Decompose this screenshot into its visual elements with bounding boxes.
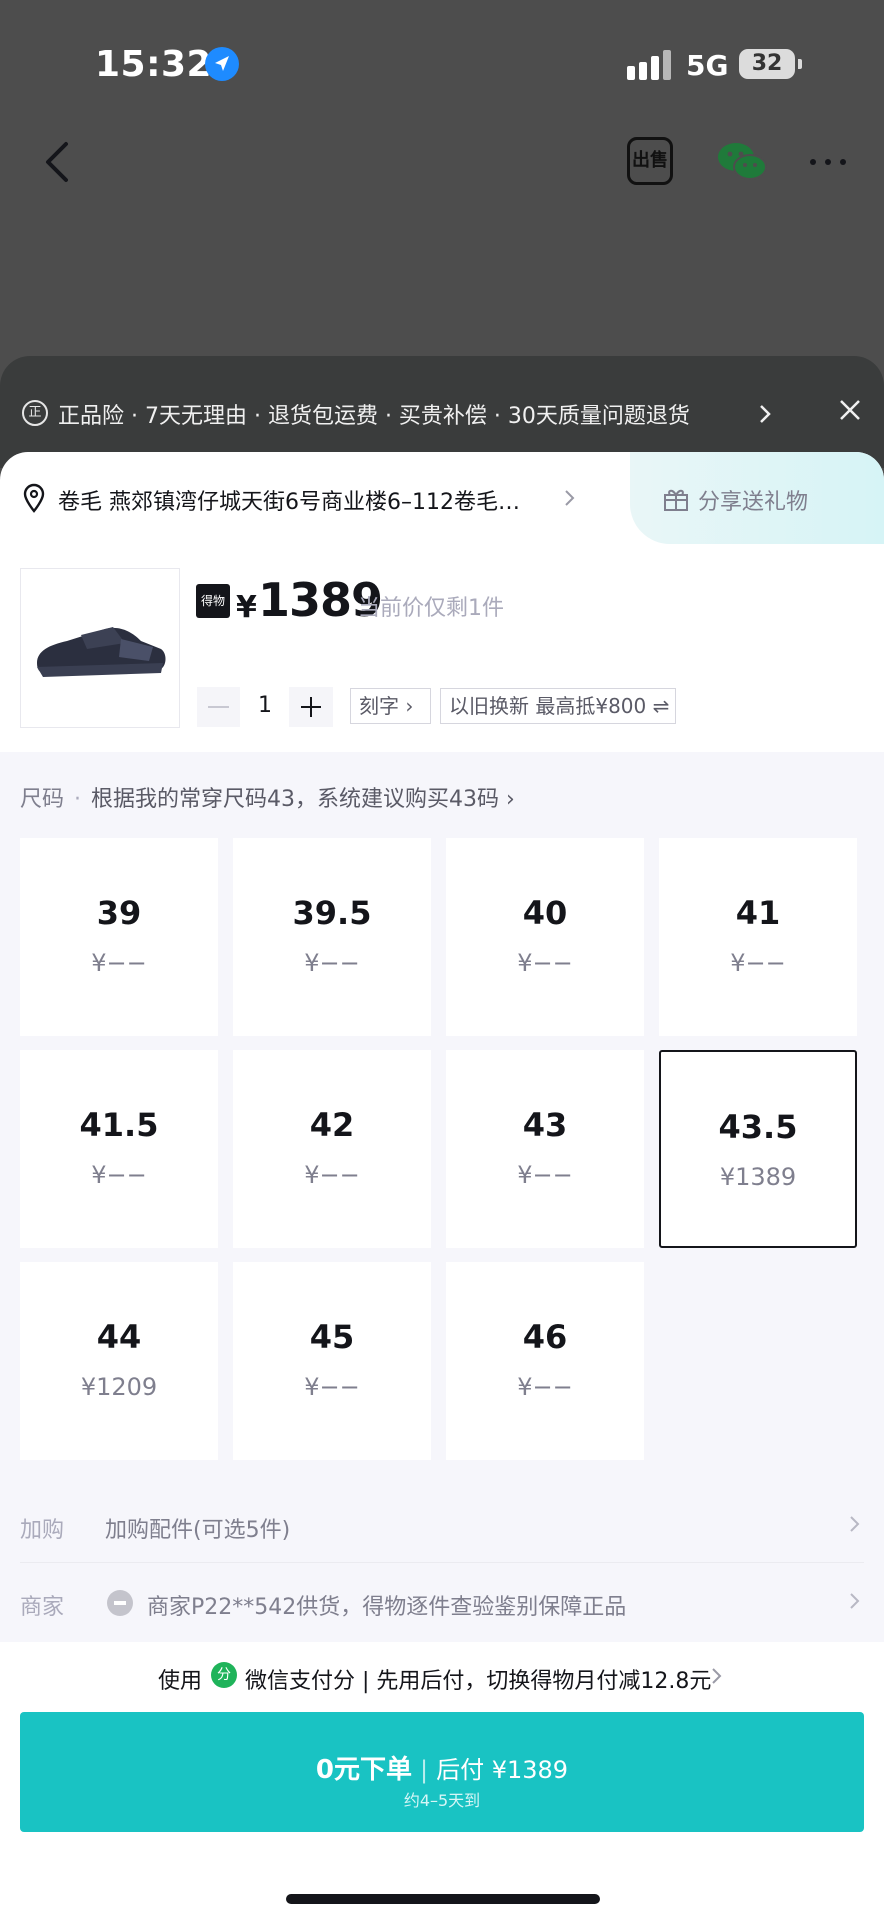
size-option-46[interactable]: 46 ¥−− — [446, 1262, 644, 1460]
size-price: ¥−− — [517, 949, 573, 977]
size-hint: 根据我的常穿尺码43，系统建议购买43码 › — [91, 787, 515, 812]
guarantee-text: 正品险 · 7天无理由 · 退货包运费 · 买贵补偿 · 30天质量问题退货 — [58, 404, 690, 429]
size-value: 40 — [522, 894, 568, 932]
payment-option-text[interactable]: 微信支付分 | 先用后付，切换得物月付减12.8元 — [245, 1663, 711, 1695]
addon-label: 加购 — [20, 1518, 65, 1543]
authentic-icon: 正 — [22, 400, 48, 426]
size-option-45[interactable]: 45 ¥−− — [233, 1262, 431, 1460]
battery-tip — [798, 59, 802, 69]
chevron-right-icon — [849, 1514, 861, 1534]
wechat-share-icon[interactable] — [716, 140, 768, 184]
size-option-43.5[interactable]: 43.5 ¥1389 — [659, 1050, 857, 1248]
size-price: ¥1389 — [719, 1163, 797, 1191]
order-button-label: 0元下单 | 后付 ¥1389 — [0, 1749, 884, 1786]
location-pin-icon — [22, 483, 46, 513]
gift-icon — [662, 485, 690, 513]
order-separator: | — [420, 1756, 429, 1784]
size-price: ¥−− — [730, 949, 786, 977]
order-main-label: 0元下单 — [315, 1755, 412, 1785]
size-price: ¥−− — [517, 1161, 573, 1189]
back-icon[interactable] — [36, 138, 80, 186]
payment-prefix: 使用 — [158, 1669, 203, 1694]
size-value: 43.5 — [718, 1108, 798, 1146]
size-value: 42 — [309, 1106, 355, 1144]
product-thumbnail[interactable] — [20, 568, 180, 728]
status-time: 15:32 — [95, 44, 213, 85]
chevron-right-icon — [564, 488, 576, 508]
size-value: 46 — [522, 1318, 568, 1356]
delivery-address[interactable]: 卷毛 燕郊镇湾仔城天街6号商业楼6–112卷毛… — [58, 484, 520, 516]
currency-symbol: ¥ — [236, 590, 257, 625]
size-value: 39 — [96, 894, 142, 932]
size-price: ¥−− — [304, 949, 360, 977]
more-icon[interactable] — [808, 152, 848, 172]
engrave-button[interactable]: 刻字 › — [350, 688, 431, 724]
network-type: 5G — [686, 49, 729, 82]
size-price: ¥−− — [91, 1161, 147, 1189]
size-option-40[interactable]: 40 ¥−− — [446, 838, 644, 1036]
addon-row[interactable]: 加购配件(可选5件) — [105, 1512, 290, 1544]
size-value: 41 — [735, 894, 781, 932]
size-value: 43 — [522, 1106, 568, 1144]
size-recommendation[interactable]: 尺码 · 根据我的常穿尺码43，系统建议购买43码 › — [20, 781, 515, 813]
size-price: ¥−− — [304, 1161, 360, 1189]
stock-note: 当前价仅剩1件 — [358, 596, 504, 621]
size-option-41[interactable]: 41 ¥−− — [659, 838, 857, 1036]
cellular-signal-icon — [627, 50, 673, 80]
merchant-icon — [107, 1590, 133, 1616]
size-price: ¥−− — [517, 1373, 573, 1401]
location-arrow-icon — [205, 47, 239, 81]
size-value: 44 — [96, 1318, 142, 1356]
wechat-pay-score-icon: 分 — [211, 1662, 237, 1688]
size-value: 45 — [309, 1318, 355, 1356]
size-option-42[interactable]: 42 ¥−− — [233, 1050, 431, 1248]
merchant-row[interactable]: 商家P22**542供货，得物逐件查验鉴别保障正品 — [147, 1589, 626, 1621]
close-icon[interactable] — [836, 396, 864, 424]
trade-in-button[interactable]: 以旧换新 最高抵¥800 ⇌ — [440, 688, 676, 724]
size-option-39.5[interactable]: 39.5 ¥−− — [233, 838, 431, 1036]
sell-button[interactable]: 出售 — [627, 137, 673, 185]
size-option-41.5[interactable]: 41.5 ¥−− — [20, 1050, 218, 1248]
size-price: ¥−− — [304, 1373, 360, 1401]
quantity-decrease-button[interactable] — [197, 687, 240, 727]
share-gift-label: 分享送礼物 — [698, 490, 809, 515]
size-value: 41.5 — [79, 1106, 159, 1144]
battery-icon: 32 — [739, 49, 795, 79]
home-indicator[interactable] — [286, 1894, 600, 1904]
chevron-right-icon — [849, 1591, 861, 1611]
merchant-label: 商家 — [20, 1595, 65, 1620]
quantity-increase-button[interactable] — [289, 687, 333, 727]
order-price-label: 后付 ¥1389 — [436, 1756, 569, 1784]
size-option-44[interactable]: 44 ¥1209 — [20, 1262, 218, 1460]
quantity-value: 1 — [258, 693, 272, 718]
size-label: 尺码 — [20, 787, 65, 812]
brand-logo: 得物 — [196, 584, 230, 618]
divider — [20, 1562, 864, 1563]
size-option-43[interactable]: 43 ¥−− — [446, 1050, 644, 1248]
delivery-estimate: 约4–5天到 — [403, 1791, 481, 1810]
size-price: ¥1209 — [80, 1373, 158, 1401]
chevron-right-icon — [757, 402, 773, 426]
size-value: 39.5 — [292, 894, 372, 932]
size-option-39[interactable]: 39 ¥−− — [20, 838, 218, 1036]
chevron-right-icon — [711, 1666, 723, 1686]
size-price: ¥−− — [91, 949, 147, 977]
